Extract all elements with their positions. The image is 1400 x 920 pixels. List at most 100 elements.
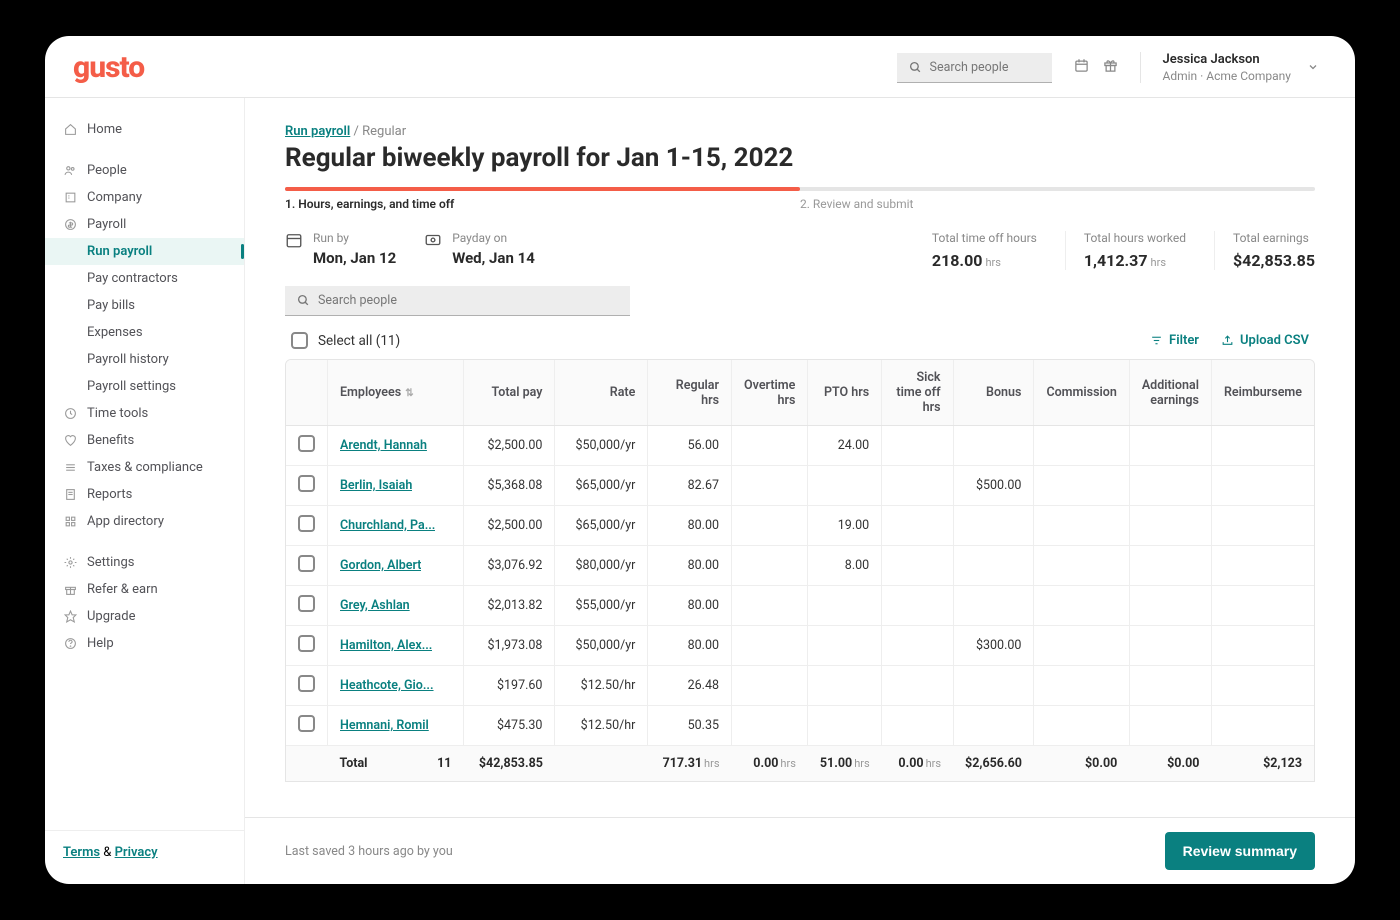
calendar-icon[interactable] (1074, 58, 1089, 77)
col-sick-hrs[interactable]: Sick time off hrs (882, 360, 953, 426)
employee-link[interactable]: Churchland, Pa... (340, 518, 435, 533)
user-subtitle: Admin · Acme Company (1163, 69, 1291, 83)
sidebar-subitem-payroll-history[interactable]: Payroll history (45, 346, 244, 373)
gift-icon[interactable] (1103, 58, 1118, 77)
sidebar-item-time-tools[interactable]: Time tools (45, 400, 244, 427)
sidebar-subitem-pay-bills[interactable]: Pay bills (45, 292, 244, 319)
sidebar-subitem-payroll-settings[interactable]: Payroll settings (45, 373, 244, 400)
sidebar-item-app-directory[interactable]: App directory (45, 508, 244, 535)
col-overtime-hrs[interactable]: Overtime hrs (732, 360, 808, 426)
metric-timeoff-label: Total time off hours (932, 231, 1037, 245)
table-row: Hamilton, Alex...$1,973.08$50,000/yr80.0… (286, 626, 1314, 666)
taxes-icon (63, 461, 77, 474)
sidebar-item-settings[interactable]: Settings (45, 549, 244, 576)
filter-icon (1150, 334, 1163, 347)
row-checkbox[interactable] (298, 595, 315, 612)
payroll-table: Employees⇅ Total pay Rate Regular hrs Ov… (285, 359, 1315, 782)
payday-icon (424, 231, 442, 253)
employee-link[interactable]: Berlin, Isaiah (340, 478, 412, 493)
metric-worked-label: Total hours worked (1084, 231, 1186, 245)
col-regular-hrs[interactable]: Regular hrs (648, 360, 732, 426)
progress-bar (285, 187, 1315, 191)
refer-icon (63, 583, 77, 596)
row-checkbox[interactable] (298, 435, 315, 452)
filter-button[interactable]: Filter (1150, 333, 1199, 348)
col-total-pay[interactable]: Total pay (463, 360, 555, 426)
page-title: Regular biweekly payroll for Jan 1-15, 2… (285, 143, 1315, 173)
chevron-down-icon (1307, 58, 1319, 77)
people-icon (63, 164, 77, 177)
table-search-input[interactable]: Search people (285, 286, 630, 316)
sidebar-item-payroll[interactable]: Payroll (45, 211, 244, 238)
sidebar-item-taxes-compliance[interactable]: Taxes & compliance (45, 454, 244, 481)
sidebar-item-reports[interactable]: Reports (45, 481, 244, 508)
privacy-link[interactable]: Privacy (115, 845, 158, 860)
col-commission[interactable]: Commission (1034, 360, 1129, 426)
breadcrumb: Run payroll / Regular (285, 124, 1315, 139)
sidebar-footer: Terms & Privacy (45, 830, 244, 874)
col-pto-hrs[interactable]: PTO hrs (808, 360, 882, 426)
upgrade-icon (63, 610, 77, 623)
reports-icon (63, 488, 77, 501)
row-checkbox[interactable] (298, 715, 315, 732)
runby-value: Mon, Jan 12 (313, 249, 396, 267)
table-row: Heathcote, Gio...$197.60$12.50/hr26.48 (286, 666, 1314, 706)
sidebar-item-company[interactable]: Company (45, 184, 244, 211)
row-checkbox[interactable] (298, 675, 315, 692)
col-employees[interactable]: Employees⇅ (328, 360, 464, 426)
wizard-steps: 1. Hours, earnings, and time off 2. Revi… (285, 197, 1315, 211)
employee-link[interactable]: Hamilton, Alex... (340, 638, 432, 653)
metric-timeoff-value: 218.00 (932, 251, 983, 270)
sidebar: Home PeopleCompanyPayrollRun payrollPay c… (45, 98, 245, 884)
employee-link[interactable]: Grey, Ashlan (340, 598, 410, 613)
review-summary-button[interactable]: Review summary (1165, 832, 1315, 870)
employee-link[interactable]: Hemnani, Romil (340, 718, 429, 733)
sidebar-item-people[interactable]: People (45, 157, 244, 184)
row-checkbox[interactable] (298, 515, 315, 532)
sort-icon: ⇅ (405, 388, 413, 399)
row-checkbox[interactable] (298, 635, 315, 652)
breadcrumb-leaf: Regular (362, 124, 406, 139)
employee-link[interactable]: Heathcote, Gio... (340, 678, 434, 693)
search-icon (909, 61, 922, 74)
terms-link[interactable]: Terms (63, 845, 100, 860)
col-rate[interactable]: Rate (555, 360, 648, 426)
runby-label: Run by (313, 231, 396, 245)
select-all-checkbox[interactable]: Select all (11) (291, 332, 400, 349)
sidebar-item-help[interactable]: Help (45, 630, 244, 657)
table-row: Churchland, Pa...$2,500.00$65,000/yr80.0… (286, 506, 1314, 546)
col-reimbursement[interactable]: Reimburseme (1211, 360, 1314, 426)
row-checkbox[interactable] (298, 555, 315, 572)
sidebar-subitem-pay-contractors[interactable]: Pay contractors (45, 265, 244, 292)
row-checkbox[interactable] (298, 475, 315, 492)
col-additional[interactable]: Additional earnings (1129, 360, 1211, 426)
table-row: Hemnani, Romil$475.30$12.50/hr50.35 (286, 706, 1314, 746)
step-1-label: 1. Hours, earnings, and time off (285, 197, 800, 211)
sidebar-subitem-expenses[interactable]: Expenses (45, 319, 244, 346)
calendar-icon (285, 231, 303, 253)
sidebar-item-home[interactable]: Home (45, 116, 244, 143)
company-icon (63, 191, 77, 204)
upload-csv-button[interactable]: Upload CSV (1221, 333, 1309, 348)
sidebar-item-upgrade[interactable]: Upgrade (45, 603, 244, 630)
col-bonus[interactable]: Bonus (953, 360, 1034, 426)
logo: gusto (73, 50, 144, 85)
metric-earnings-value: $42,853.85 (1233, 251, 1315, 270)
sidebar-subitem-run-payroll[interactable]: Run payroll (45, 238, 244, 265)
global-search-input[interactable]: Search people (897, 53, 1052, 83)
table-row: Grey, Ashlan$2,013.82$55,000/yr80.00 (286, 586, 1314, 626)
employee-link[interactable]: Gordon, Albert (340, 558, 421, 573)
user-name: Jessica Jackson (1163, 52, 1291, 67)
settings-icon (63, 556, 77, 569)
metric-worked-value: 1,412.37 (1084, 251, 1148, 270)
breadcrumb-root[interactable]: Run payroll (285, 124, 350, 139)
employee-link[interactable]: Arendt, Hannah (340, 438, 427, 453)
step-2-label: 2. Review and submit (800, 197, 913, 211)
help-icon (63, 637, 77, 650)
sidebar-item-benefits[interactable]: Benefits (45, 427, 244, 454)
sidebar-item-refer-earn[interactable]: Refer & earn (45, 576, 244, 603)
user-menu[interactable]: Jessica Jackson Admin · Acme Company (1140, 52, 1327, 83)
time-icon (63, 407, 77, 420)
app-header: gusto Search people Jessica Jackson Admi… (45, 36, 1355, 98)
last-saved-note: Last saved 3 hours ago by you (285, 844, 453, 859)
